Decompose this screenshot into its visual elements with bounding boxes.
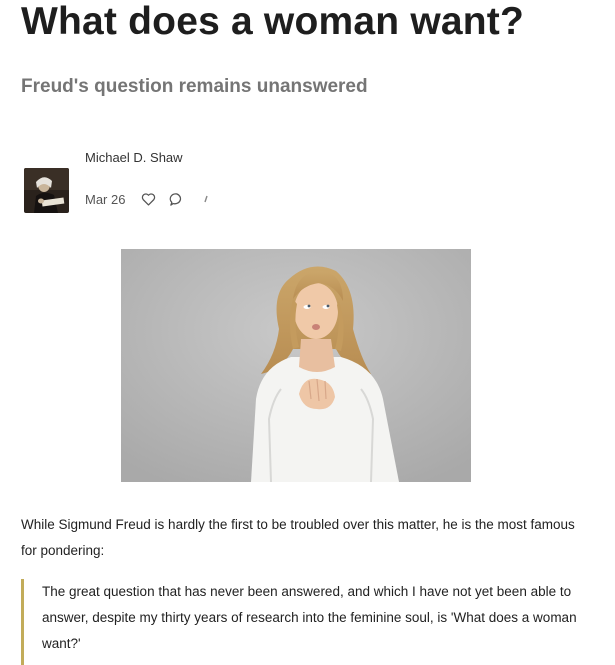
article-paragraph: While Sigmund Freud is hardly the first … (21, 517, 575, 558)
blockquote-text: The great question that has never been a… (42, 584, 577, 651)
author-name-link[interactable]: Michael D. Shaw (85, 150, 183, 165)
heart-icon[interactable] (139, 190, 157, 208)
photo-woman-thinking-icon (121, 249, 471, 482)
article: What does a woman want? Freud's question… (0, 0, 615, 665)
post-meta: Mar 26 (85, 189, 225, 209)
author-photo-icon (24, 168, 69, 213)
hero-image (121, 249, 471, 482)
blockquote: The great question that has never been a… (21, 579, 581, 665)
article-subtitle: Freud's question remains unanswered (21, 76, 368, 97)
comment-icon[interactable] (167, 190, 185, 208)
share-icon[interactable] (197, 190, 215, 208)
author-avatar[interactable] (24, 168, 69, 213)
article-title: What does a woman want? (21, 0, 524, 43)
post-date: Mar 26 (85, 191, 126, 207)
